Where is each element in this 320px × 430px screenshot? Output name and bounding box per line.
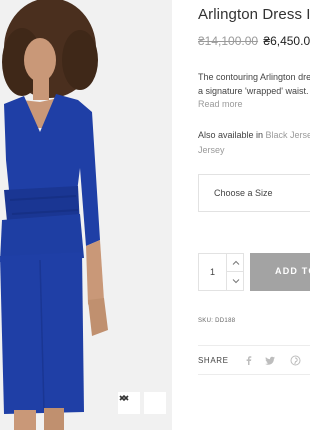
black-jersey-link[interactable]: Black Jerse (266, 130, 310, 140)
sale-price: ₴6,450.00 (263, 34, 310, 48)
quantity-decrease-button[interactable] (227, 272, 244, 290)
product-title: Arlington Dress In (198, 6, 310, 23)
product-image[interactable] (0, 0, 172, 430)
twitter-icon[interactable] (265, 355, 276, 366)
add-to-cart-button[interactable]: ADD TO (250, 253, 310, 291)
add-to-cart-label: ADD TO (275, 266, 310, 276)
size-select[interactable]: Choose a Size (198, 174, 310, 212)
gallery-nav (118, 392, 166, 418)
quantity-input[interactable]: 1 (210, 267, 215, 277)
product-description: The contouring Arlington dre a signature… (198, 70, 310, 98)
quantity-stepper: 1 (198, 253, 244, 291)
quantity-increase-button[interactable] (227, 254, 244, 272)
also-available: Also available in Black Jerse Jersey (198, 128, 310, 158)
product-details: Arlington Dress In ₴14,100.00 ₴6,450.00 … (198, 0, 310, 430)
read-more-link[interactable]: Read more (198, 99, 243, 109)
also-available-label: Also available in (198, 130, 266, 140)
pinterest-icon[interactable] (290, 355, 301, 366)
chevron-down-icon (232, 272, 240, 290)
chevron-up-icon (232, 254, 240, 272)
product-photo (0, 0, 172, 430)
description-line: The contouring Arlington dre (198, 72, 310, 82)
gallery-next-button[interactable] (119, 392, 166, 414)
quantity-arrows (226, 254, 244, 290)
size-select-placeholder: Choose a Size (214, 188, 273, 198)
facebook-icon[interactable] (243, 355, 254, 366)
share-label: SHARE (198, 356, 229, 365)
original-price: ₴14,100.00 (198, 34, 259, 48)
sku-label: SKU: DD188 (198, 318, 236, 324)
description-line: a signature 'wrapped' waist. (198, 86, 309, 96)
share-row: SHARE (198, 345, 310, 375)
black-jersey-link-cont[interactable]: Jersey (198, 145, 225, 155)
price-row: ₴14,100.00 ₴6,450.00 (198, 34, 310, 48)
